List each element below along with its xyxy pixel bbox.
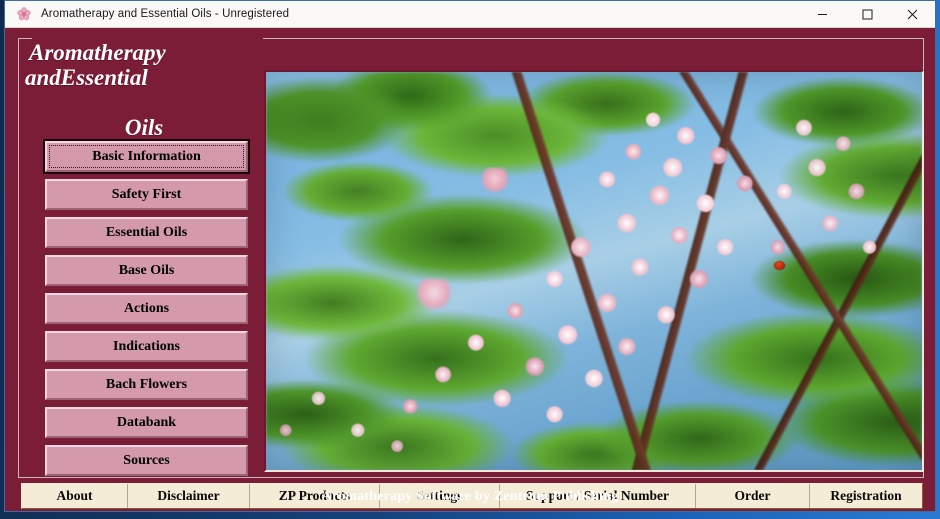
sidebar-item-label: Base Oils bbox=[118, 263, 175, 278]
sidebar-item-basic-information[interactable]: Basic Information bbox=[43, 139, 250, 174]
sidebar-item-label: Databank bbox=[116, 415, 177, 430]
sidebar-item-label: Basic Information bbox=[92, 149, 201, 164]
sidebar-item-label: Safety First bbox=[111, 187, 182, 202]
application-window: Aromatherapy and Essential Oils - Unregi… bbox=[4, 0, 936, 512]
sidebar-item-databank[interactable]: Databank bbox=[45, 407, 248, 438]
photo-vignette bbox=[266, 72, 922, 470]
page-title-line3: Oils bbox=[124, 115, 164, 140]
page-title-line2-left: and bbox=[25, 65, 61, 90]
window-controls bbox=[800, 1, 935, 28]
flower-icon bbox=[11, 1, 37, 28]
lilac-photo bbox=[266, 72, 922, 470]
footer-status-bar: Aromatherapy Software by Zentrum Publish… bbox=[5, 483, 935, 511]
maximize-button[interactable] bbox=[845, 1, 890, 28]
sidebar-item-label: Bach Flowers bbox=[105, 377, 188, 392]
sidebar-item-sources[interactable]: Sources bbox=[45, 445, 248, 476]
page-title-line2-right: Essential bbox=[60, 65, 148, 90]
sidebar-item-label: Indications bbox=[113, 339, 180, 354]
page-title: Aromatherapy andEssential Oils bbox=[23, 40, 263, 140]
sidebar-item-safety-first[interactable]: Safety First bbox=[45, 179, 248, 210]
sidebar-item-essential-oils[interactable]: Essential Oils bbox=[45, 217, 248, 248]
sidebar-nav: Basic Information Safety First Essential… bbox=[43, 139, 250, 483]
sidebar-item-base-oils[interactable]: Base Oils bbox=[45, 255, 248, 286]
sidebar-item-bach-flowers[interactable]: Bach Flowers bbox=[45, 369, 248, 400]
sidebar-item-label: Sources bbox=[123, 453, 170, 468]
title-bar: Aromatherapy and Essential Oils - Unregi… bbox=[5, 1, 935, 28]
photo-frame bbox=[264, 70, 924, 472]
sidebar-item-label: Essential Oils bbox=[105, 225, 188, 240]
minimize-button[interactable] bbox=[800, 1, 845, 28]
footer-text: Aromatherapy Software by Zentrum Publish… bbox=[321, 489, 619, 504]
desktop-background: Aromatherapy and Essential Oils - Unregi… bbox=[0, 0, 940, 519]
page-title-line2: andEssential bbox=[23, 65, 263, 115]
window-title: Aromatherapy and Essential Oils - Unregi… bbox=[41, 8, 290, 20]
sidebar-item-actions[interactable]: Actions bbox=[45, 293, 248, 324]
page-title-line1: Aromatherapy bbox=[29, 40, 166, 65]
client-area: Aromatherapy andEssential Oils Basic Inf… bbox=[5, 28, 935, 511]
sidebar-item-indications[interactable]: Indications bbox=[45, 331, 248, 362]
close-button[interactable] bbox=[890, 1, 935, 28]
sidebar-item-label: Actions bbox=[123, 301, 170, 316]
